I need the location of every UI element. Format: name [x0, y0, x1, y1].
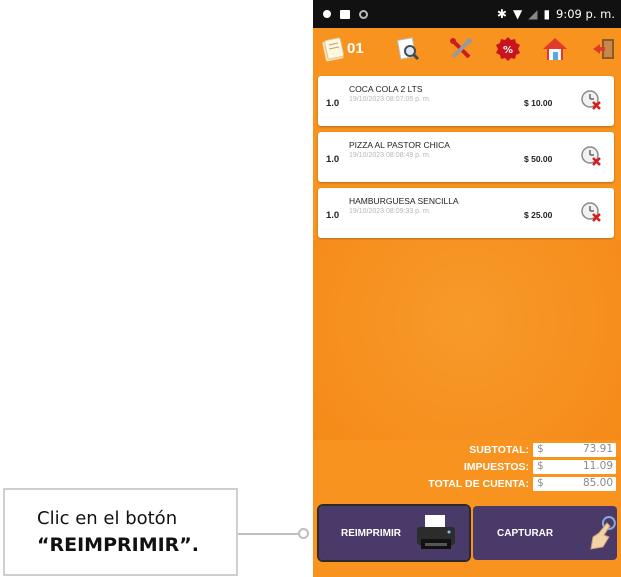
item-quantity: 1.0	[326, 210, 340, 221]
svg-text:%: %	[503, 45, 513, 56]
callout-connector	[238, 533, 302, 535]
phone-screen: ✱ ▼ ◢ ▮ 9:09 p. m. 01 % 1.0 COCA COLA 2 …	[313, 0, 621, 577]
item-datetime: 19/10/2023 08:08:49 p. m.	[349, 152, 431, 159]
item-datetime: 19/10/2023 08:07:05 p. m.	[349, 96, 431, 103]
list-item[interactable]: 1.0 HAMBURGUESA SENCILLA 19/10/2023 08:0…	[318, 188, 614, 238]
total-field: $ 85.00	[533, 476, 616, 491]
toolbar: 01 %	[313, 28, 621, 72]
remove-clock-icon[interactable]	[580, 145, 602, 167]
item-datetime: 19/10/2023 08:09:33 p. m.	[349, 208, 431, 215]
instruction-callout: Clic en el botón “REIMPRIMIR”.	[3, 488, 238, 576]
subtotal-value: 73.91	[582, 442, 613, 455]
subtotal-field: $ 73.91	[533, 442, 616, 457]
empty-list-area	[313, 240, 621, 440]
table-number: 01	[347, 40, 364, 57]
tools-icon[interactable]	[448, 36, 474, 62]
callout-line1: Clic en el botón	[37, 508, 178, 529]
taxes-currency: $	[537, 459, 544, 472]
taxes-field: $ 11.09	[533, 459, 616, 474]
status-time: 9:09 p. m.	[556, 7, 615, 21]
subtotal-label: SUBTOTAL:	[469, 443, 529, 456]
item-quantity: 1.0	[326, 154, 340, 165]
item-price: $ 10.00	[524, 98, 553, 108]
list-item[interactable]: 1.0 PIZZA AL PASTOR CHICA 19/10/2023 08:…	[318, 132, 614, 182]
remove-clock-icon[interactable]	[580, 201, 602, 223]
hand-touch-icon	[590, 516, 617, 550]
subtotal-row: SUBTOTAL: $ 73.91	[469, 442, 616, 457]
exit-door-icon[interactable]	[591, 36, 617, 62]
item-name: HAMBURGUESA SENCILLA	[349, 196, 459, 206]
callout-pointer	[298, 528, 309, 539]
circle-icon	[359, 9, 368, 19]
printer-icon	[417, 515, 455, 549]
discount-icon[interactable]: %	[495, 36, 521, 62]
total-label: TOTAL DE CUENTA:	[428, 477, 529, 490]
signal-icon: ◢	[528, 7, 538, 21]
search-document-icon[interactable]	[395, 36, 421, 62]
taxes-row: IMPUESTOS: $ 11.09	[464, 459, 616, 474]
totals-panel: SUBTOTAL: $ 73.91 IMPUESTOS: $ 11.09 TOT…	[313, 442, 621, 502]
total-value: 85.00	[582, 476, 613, 489]
notepad-icon[interactable]	[321, 36, 347, 62]
item-name: COCA COLA 2 LTS	[349, 84, 423, 94]
home-icon[interactable]	[542, 36, 568, 62]
taxes-value: 11.09	[582, 459, 613, 472]
item-quantity: 1.0	[326, 98, 340, 109]
total-row: TOTAL DE CUENTA: $ 85.00	[428, 476, 616, 491]
order-items-list: 1.0 COCA COLA 2 LTS 19/10/2023 08:07:05 …	[318, 76, 614, 244]
taxes-label: IMPUESTOS:	[463, 460, 529, 473]
battery-icon: ▮	[543, 7, 551, 21]
capture-button[interactable]: CAPTURAR	[473, 506, 617, 560]
item-price: $ 25.00	[524, 210, 553, 220]
item-name: PIZZA AL PASTOR CHICA	[349, 140, 450, 150]
notification-dot-icon	[323, 10, 331, 18]
subtotal-currency: $	[537, 442, 544, 455]
reprint-button[interactable]: REIMPRIMIR	[317, 504, 471, 562]
capture-label: CAPTURAR	[497, 527, 554, 539]
list-item[interactable]: 1.0 COCA COLA 2 LTS 19/10/2023 08:07:05 …	[318, 76, 614, 126]
reprint-label: REIMPRIMIR	[341, 527, 401, 539]
image-icon	[340, 9, 350, 19]
wifi-icon: ▼	[512, 7, 523, 21]
screen: ✱ ▼ ◢ ▮ 9:09 p. m. 01 % 1.0 COCA COLA 2 …	[0, 0, 621, 577]
callout-line2: “REIMPRIMIR”.	[37, 534, 200, 556]
status-bar: ✱ ▼ ◢ ▮ 9:09 p. m.	[313, 0, 621, 28]
bluetooth-icon: ✱	[496, 7, 507, 21]
remove-clock-icon[interactable]	[580, 89, 602, 111]
total-currency: $	[537, 476, 544, 489]
item-price: $ 50.00	[524, 154, 553, 164]
